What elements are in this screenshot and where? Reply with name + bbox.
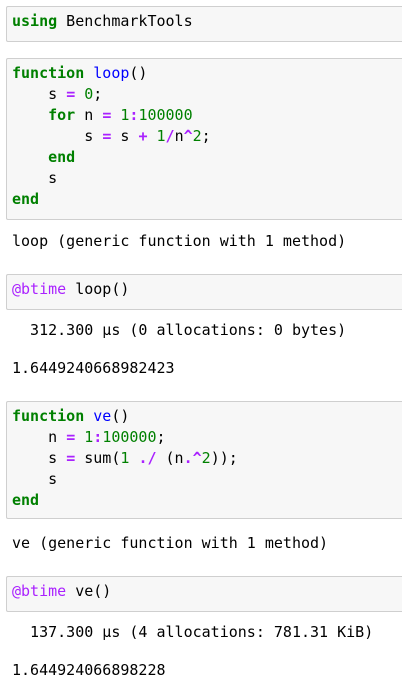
code-token: end <box>12 491 40 509</box>
code-line: function loop() <box>12 63 402 84</box>
code-token: .^ <box>183 449 202 467</box>
code-token: () <box>111 407 130 425</box>
code-token: using <box>12 12 58 30</box>
code-token: s <box>111 127 139 145</box>
code-token: ve <box>93 407 112 425</box>
code-token: 2 <box>201 449 211 467</box>
cell-output-5-timing: 137.300 µs (4 allocations: 781.31 KiB) <box>12 623 374 641</box>
code-token: s <box>12 449 67 467</box>
code-line: s <box>12 469 402 490</box>
code-token: BenchmarkTools <box>57 12 193 30</box>
code-token: 100000 <box>102 428 157 446</box>
cell-output-3-timing: 312.300 µs (0 allocations: 0 bytes) <box>12 321 347 339</box>
code-token: loop <box>93 64 130 82</box>
code-cell-input-4[interactable]: function ve() n = 1:100000; s = sum(1 ./… <box>6 401 402 519</box>
code-token: function <box>12 407 85 425</box>
code-line: s <box>12 168 402 189</box>
code-token: )); <box>210 449 238 467</box>
code-token: end <box>12 190 40 208</box>
code-token: function <box>12 64 85 82</box>
code-token: @btime <box>12 280 67 298</box>
code-line: using BenchmarkTools <box>12 11 402 32</box>
code-line: s = s + 1/n^2; <box>12 126 402 147</box>
code-token: ^ <box>183 127 193 145</box>
code-line: end <box>12 147 402 168</box>
code-token: / <box>165 127 175 145</box>
code-token: 1 <box>156 127 166 145</box>
code-cell-input-2[interactable]: function loop() s = 0; for n = 1:100000 … <box>6 58 402 220</box>
code-line: @btime ve() <box>12 581 402 602</box>
code-token: ; <box>156 428 166 446</box>
code-token: sum( <box>75 449 121 467</box>
cell-output-2: loop (generic function with 1 method) <box>12 232 347 250</box>
code-token: ve() <box>66 582 112 600</box>
code-line: end <box>12 490 402 511</box>
code-token: n <box>12 428 67 446</box>
code-token: ; <box>93 85 103 103</box>
code-token: () <box>129 64 148 82</box>
code-token: s <box>12 169 58 187</box>
code-token: 1 <box>84 428 94 446</box>
code-line: n = 1:100000; <box>12 427 402 448</box>
code-line: function ve() <box>12 406 402 427</box>
code-token: loop() <box>66 280 130 298</box>
code-token: (n <box>156 449 184 467</box>
code-cell-input-1[interactable]: using BenchmarkTools <box>6 6 402 42</box>
code-token: s <box>12 127 103 145</box>
code-token: n <box>174 127 184 145</box>
cell-output-4: ve (generic function with 1 method) <box>12 534 329 552</box>
code-cell-input-3[interactable]: @btime loop() <box>6 274 402 310</box>
code-token: 0 <box>84 85 94 103</box>
code-line: s = 0; <box>12 84 402 105</box>
code-line: for n = 1:100000 <box>12 105 402 126</box>
code-token: : <box>93 428 103 446</box>
code-line: s = sum(1 ./ (n.^2)); <box>12 448 402 469</box>
code-token: end <box>48 148 76 166</box>
code-token: = <box>102 127 112 145</box>
code-token: 100000 <box>138 106 193 124</box>
code-token: s <box>12 85 67 103</box>
code-token: = <box>66 85 76 103</box>
code-token: s <box>12 470 58 488</box>
code-token: ; <box>201 127 211 145</box>
code-token: n <box>75 106 103 124</box>
code-token: ./ <box>138 449 157 467</box>
code-line: end <box>12 189 402 210</box>
code-token: @btime <box>12 582 67 600</box>
code-cell-input-5[interactable]: @btime ve() <box>6 576 402 612</box>
code-token: = <box>66 428 76 446</box>
cell-output-5-result: 1.644924066898228 <box>12 661 166 679</box>
code-token: = <box>66 449 76 467</box>
code-token: for <box>48 106 76 124</box>
code-token: 2 <box>192 127 202 145</box>
code-line: @btime loop() <box>12 279 402 300</box>
code-token: = <box>102 106 112 124</box>
cell-output-3-result: 1.6449240668982423 <box>12 359 175 377</box>
